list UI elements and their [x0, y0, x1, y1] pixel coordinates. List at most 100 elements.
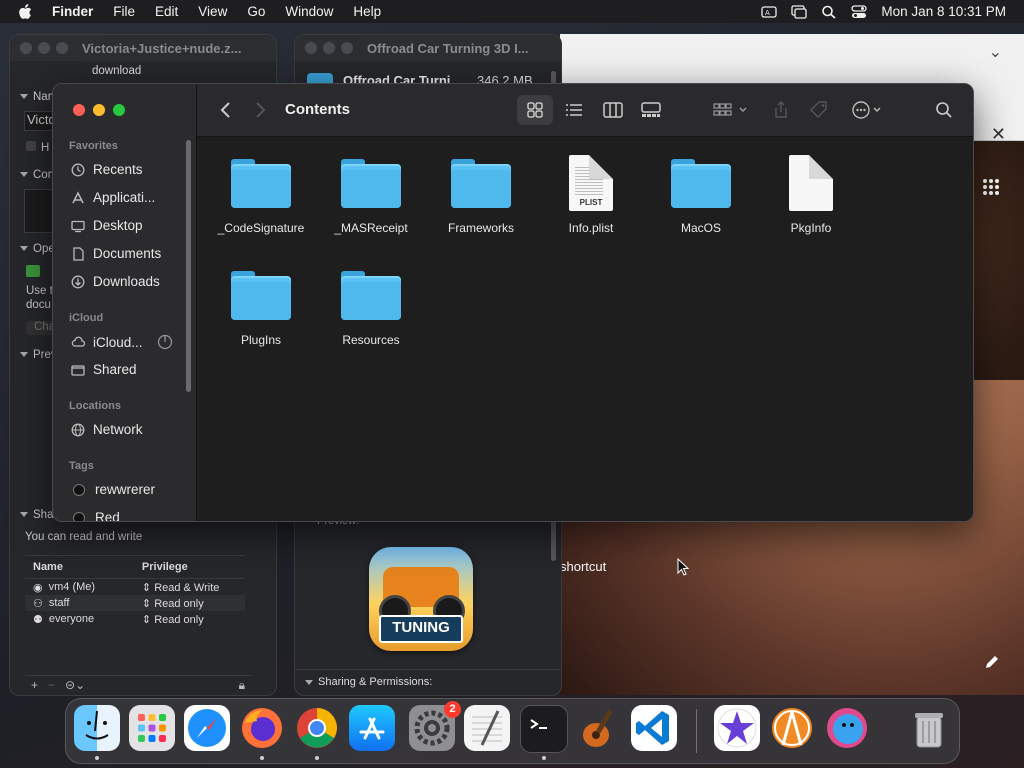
imovie-dock-icon[interactable] — [714, 705, 760, 751]
item-label: _CodeSignature — [217, 221, 305, 235]
search-icon[interactable] — [935, 100, 953, 120]
sidebar-item-shared[interactable]: Shared — [71, 362, 137, 377]
add-icon[interactable]: + — [31, 678, 38, 692]
privilege-select[interactable]: ⇕ Read only — [140, 613, 245, 626]
screen-mirroring-icon[interactable] — [791, 4, 808, 19]
forward-icon[interactable] — [253, 100, 267, 120]
desktop-icon — [71, 220, 85, 232]
info-window-titlebar: Offroad Car Turning 3D I... — [295, 35, 561, 61]
menu-help[interactable]: Help — [343, 4, 391, 19]
table-row[interactable]: ⚇ staff ⇕ Read only — [25, 595, 245, 611]
share-icon[interactable] — [773, 100, 789, 120]
chrome-dock-icon[interactable] — [294, 705, 340, 751]
menu-app-name[interactable]: Finder — [42, 4, 103, 19]
minimize-button[interactable] — [93, 104, 105, 116]
sidebar-tag-rewwrerer[interactable]: rewwrerer — [71, 482, 155, 497]
list-view-icon[interactable] — [565, 100, 583, 120]
folder-item[interactable]: MacOS — [646, 155, 756, 235]
tag-icon[interactable] — [809, 100, 829, 120]
minimize-button[interactable] — [323, 42, 335, 54]
pencil-icon[interactable] — [984, 654, 1000, 670]
gallery-view-icon[interactable] — [641, 100, 661, 120]
file-item[interactable]: PLIST Info.plist — [536, 155, 646, 235]
menu-edit[interactable]: Edit — [145, 4, 188, 19]
hide-extension-checkbox[interactable]: H — [26, 141, 49, 154]
folder-item[interactable]: PlugIns — [206, 267, 316, 347]
close-button[interactable] — [73, 104, 85, 116]
migration-assistant-dock-icon[interactable] — [824, 705, 870, 751]
window-title: Victoria+Justice+nude.z... — [82, 40, 242, 56]
icon-view-button[interactable] — [517, 95, 553, 125]
remove-icon[interactable]: − — [48, 678, 55, 692]
sidebar-scrollbar[interactable] — [186, 140, 191, 392]
finder-sidebar: Favorites Recents Applicati... Desktop D… — [53, 84, 197, 521]
folder-icon — [670, 155, 732, 211]
section-open-with[interactable]: Ope — [20, 243, 55, 255]
textedit-dock-icon[interactable] — [464, 705, 510, 751]
minimize-button[interactable] — [38, 42, 50, 54]
app-store-dock-icon[interactable] — [349, 705, 395, 751]
menu-view[interactable]: View — [188, 4, 237, 19]
item-label: PlugIns — [240, 333, 282, 347]
lock-icon[interactable]: 🔒︎ — [239, 678, 245, 693]
vscode-dock-icon[interactable] — [631, 705, 677, 751]
system-settings-dock-icon[interactable]: 2 — [409, 701, 461, 751]
menu-go[interactable]: Go — [237, 4, 275, 19]
close-button[interactable] — [305, 42, 317, 54]
apps-grid-icon[interactable] — [982, 178, 1000, 196]
terminal-dock-icon[interactable] — [520, 705, 568, 753]
privilege-select[interactable]: ⇕ Read only — [140, 597, 245, 610]
safari-dock-icon[interactable] — [184, 705, 230, 751]
instruments-dock-icon[interactable] — [769, 705, 815, 751]
menu-bar-clock[interactable]: Mon Jan 8 10:31 PM — [881, 4, 1006, 19]
chevron-down-icon[interactable]: ⌄ — [989, 42, 1002, 62]
privilege-select[interactable]: ⇕ Read & Write — [140, 581, 245, 594]
column-view-icon[interactable] — [603, 100, 623, 120]
window-title: Offroad Car Turning 3D I... — [367, 40, 529, 56]
action-menu-icon[interactable]: ⊝⌄ — [65, 678, 85, 692]
apple-logo-icon[interactable] — [18, 3, 32, 20]
section-sharing[interactable]: Sha — [20, 509, 53, 521]
folder-item[interactable]: Frameworks — [426, 155, 536, 235]
control-center-icon[interactable] — [851, 4, 868, 19]
keyboard-input-icon[interactable]: A — [761, 5, 778, 19]
zoom-button[interactable] — [113, 104, 125, 116]
section-sharing[interactable]: Sharing & Permissions: — [295, 669, 561, 695]
launchpad-dock-icon[interactable] — [129, 705, 175, 751]
file-item[interactable]: PkgInfo — [756, 155, 866, 235]
sidebar-item-applications[interactable]: Applicati... — [71, 190, 155, 205]
close-button[interactable] — [20, 42, 32, 54]
sidebar-item-icloud-drive[interactable]: iCloud... — [71, 334, 173, 350]
garageband-dock-icon[interactable] — [576, 705, 622, 751]
sidebar-section-locations: Locations — [69, 400, 121, 412]
column-header-name[interactable]: Name — [25, 561, 140, 573]
menu-file[interactable]: File — [103, 4, 145, 19]
sidebar-item-desktop[interactable]: Desktop — [71, 218, 143, 233]
sidebar-item-documents[interactable]: Documents — [71, 246, 161, 261]
folder-icon — [230, 267, 292, 323]
group-by-icon[interactable] — [713, 100, 751, 120]
sidebar-tag-red[interactable]: Red — [71, 510, 120, 522]
search-icon[interactable] — [821, 5, 837, 19]
sidebar-item-recents[interactable]: Recents — [71, 162, 143, 177]
zoom-button[interactable] — [341, 42, 353, 54]
folder-item[interactable]: _CodeSignature — [206, 155, 316, 235]
firefox-dock-icon[interactable] — [239, 705, 285, 751]
sidebar-item-label: Red — [95, 510, 120, 522]
finder-dock-icon[interactable] — [74, 705, 120, 751]
zoom-button[interactable] — [56, 42, 68, 54]
column-header-privilege[interactable]: Privilege — [140, 561, 245, 573]
sidebar-item-downloads[interactable]: Downloads — [71, 274, 160, 289]
sidebar-item-network[interactable]: Network — [71, 422, 143, 437]
table-row[interactable]: ⚉ everyone ⇕ Read only — [25, 611, 245, 627]
trash-dock-icon[interactable] — [906, 705, 952, 751]
cloud-icon — [71, 336, 85, 347]
menu-window[interactable]: Window — [275, 4, 343, 19]
folder-item[interactable]: _MASReceipt — [316, 155, 426, 235]
folder-item[interactable]: Resources — [316, 267, 426, 347]
more-actions-icon[interactable] — [851, 100, 885, 120]
sidebar-item-label: Recents — [93, 162, 143, 177]
table-row[interactable]: ◉ vm4 (Me) ⇕ Read & Write — [25, 579, 245, 595]
close-icon[interactable]: ✕ — [991, 124, 1006, 145]
back-icon[interactable] — [219, 100, 233, 120]
